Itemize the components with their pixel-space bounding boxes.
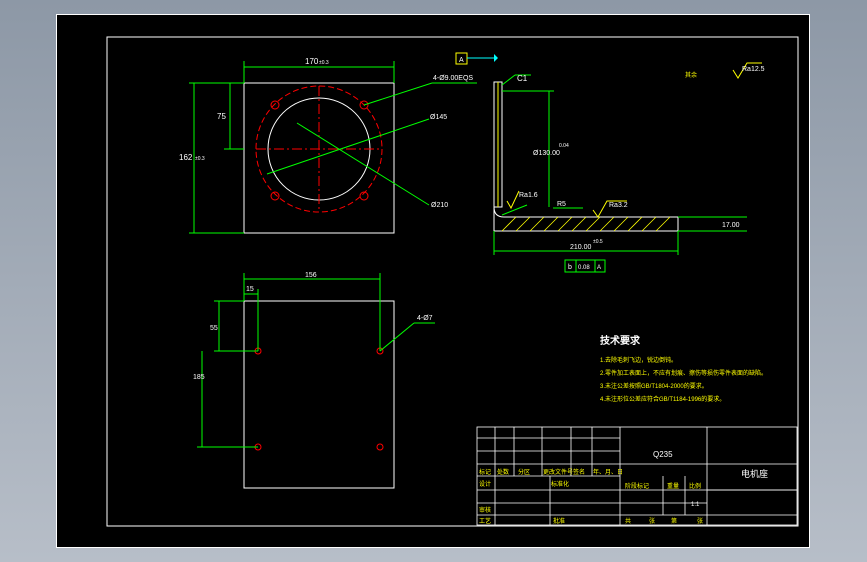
tech-title: 技术要求 (600, 334, 641, 347)
ra-32: Ra3.2 (609, 202, 628, 209)
tb-page: 张 (697, 517, 703, 525)
dim-162: 162 (179, 153, 193, 162)
tb-date: 年、月、日 (593, 468, 623, 476)
scale-value: 1:1 (691, 502, 700, 508)
top-view: 170 ±0.3 75 162 ±0.3 4-Ø9.00EQS Ø145 Ø21… (179, 57, 477, 234)
ra16-symbol (506, 190, 520, 210)
datum-label: A (459, 57, 464, 64)
datum-arrow (494, 54, 498, 62)
tech-item: 2.零件加工表面上，不应有划痕、擦伤等损伤零件表面的缺陷。 (600, 369, 767, 377)
dim-156: 156 (305, 272, 317, 279)
dim-bore-tol: 0.04 (559, 143, 569, 149)
base-plate (493, 206, 679, 232)
part-name: 电机座 (741, 468, 768, 479)
dim-length-tol: ±0.5 (593, 239, 603, 245)
dim-length: 210.00 (570, 244, 592, 251)
tol-datum: A (597, 265, 601, 271)
dim-185: 185 (193, 374, 205, 381)
dim-17: 17.00 (722, 222, 740, 229)
tech-item: 1.去除毛刺飞边，锐边倒钝。 (600, 356, 677, 364)
tb-standard: 标准化 (551, 480, 569, 488)
ra-16: Ra1.6 (519, 192, 538, 199)
tech-item: 3.未注公差按照GB/T1804-2000的要求。 (600, 382, 708, 390)
leader-holes (363, 82, 433, 106)
ra-125: Ra12.5 (742, 66, 765, 73)
chamfer-c1: C1 (517, 74, 528, 83)
dim-145: Ø145 (430, 114, 447, 121)
leader-c1 (501, 74, 516, 86)
hole-1 (270, 100, 280, 110)
tb-design: 设计 (479, 480, 491, 488)
dim-15: 15 (246, 286, 254, 293)
dim-bore: Ø130.00 (533, 150, 560, 157)
technical-requirements: 技术要求 1.去除毛刺飞边，锐边倒钝。 2.零件加工表面上，不应有划痕、擦伤等损… (600, 334, 767, 403)
dim-170-tol: ±0.3 (319, 60, 329, 66)
tb-mark: 标记 (479, 468, 491, 476)
tb-sheets: 张 (649, 517, 655, 525)
tb-stage: 阶段标记 (625, 482, 649, 490)
hatch-lines (501, 216, 671, 232)
tb-process: 工艺 (479, 517, 491, 525)
tb-doc: 更改文件号 (543, 468, 573, 476)
dim-55: 55 (210, 325, 218, 332)
tol-value: 0.08 (578, 265, 590, 271)
tb-weight: 重量 (667, 482, 679, 490)
tb-sign: 签名 (573, 468, 585, 476)
note-bottom-holes: 4-Ø7 (417, 315, 433, 322)
drawing-sheet: 170 ±0.3 75 162 ±0.3 4-Ø9.00EQS Ø145 Ø21… (56, 14, 810, 548)
dim-170: 170 (305, 57, 319, 66)
material: Q235 (653, 450, 673, 459)
bottom-plate (243, 300, 395, 489)
tol-symbol: b (568, 264, 572, 271)
leader-210 (296, 122, 430, 206)
section-view: A C1 Ø130.00 0.04 Ra1.6 R5 Ra3.2 17.00 2… (455, 52, 765, 273)
bottom-view: 156 15 55 185 4-Ø7 (193, 272, 435, 489)
dim-75: 75 (217, 112, 226, 121)
leader-bottom-holes (379, 322, 415, 352)
tb-review: 审核 (479, 506, 491, 514)
note-4-holes: 4-Ø9.00EQS (433, 75, 473, 82)
tb-scale: 比例 (689, 482, 701, 490)
dim-r5: R5 (557, 201, 566, 208)
tb-zone: 分区 (518, 468, 530, 476)
title-block-text: Q235 电机座 标记 处数 分区 更改文件号 签名 年、月、日 设计 标准化 … (479, 450, 768, 525)
dim-162-tol: ±0.3 (195, 156, 205, 162)
bottom-hole-4 (376, 443, 384, 451)
rest-label: 其余 (685, 71, 697, 79)
tb-approve: 批准 (553, 517, 565, 525)
leader-145 (266, 118, 430, 175)
leader-r5 (501, 204, 528, 216)
dim-210: Ø210 (431, 202, 448, 209)
tb-total: 共 (625, 517, 631, 525)
tech-item: 4.未注形位公差应符合GB/T1184-1996的要求。 (600, 395, 725, 403)
inner-frame (106, 36, 799, 527)
tb-count: 处数 (497, 468, 509, 476)
tb-num: 第 (671, 517, 677, 525)
cad-drawing: 170 ±0.3 75 162 ±0.3 4-Ø9.00EQS Ø145 Ø21… (106, 36, 799, 527)
